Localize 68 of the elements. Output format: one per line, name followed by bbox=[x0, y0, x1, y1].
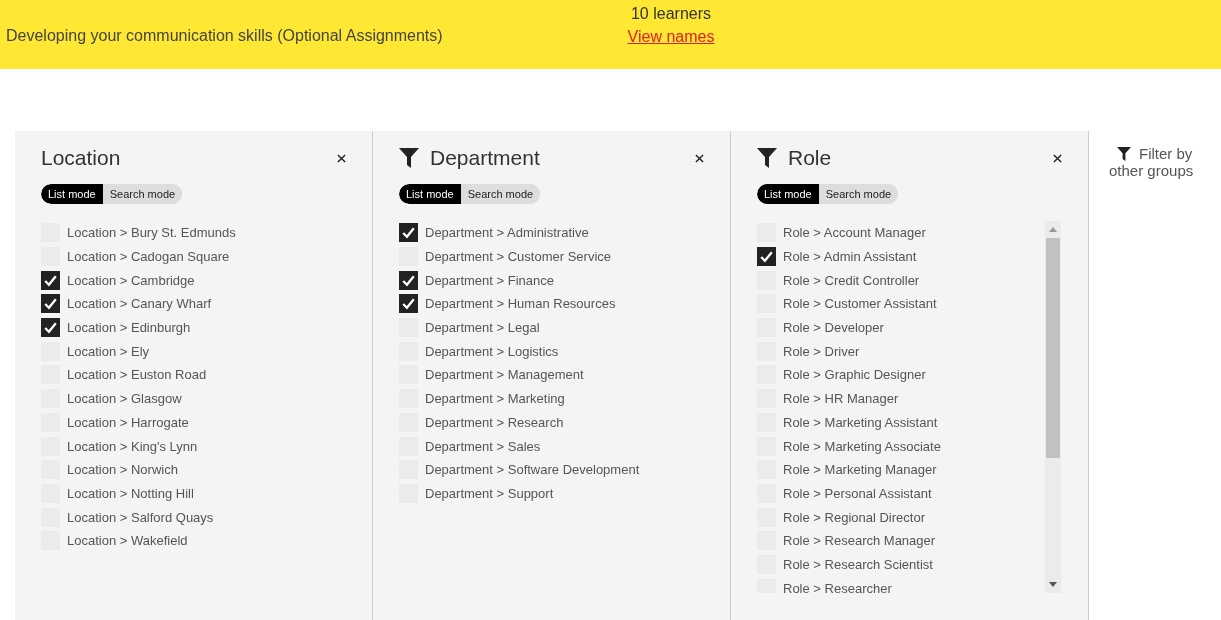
option-label: Role > Research Manager bbox=[783, 533, 936, 549]
option-label: Department > Support bbox=[425, 485, 554, 501]
filter-icon bbox=[399, 148, 419, 168]
option-label: Location > Bury St. Edmunds bbox=[67, 225, 236, 241]
option-label: Department > Administrative bbox=[425, 225, 589, 241]
option-label: Role > Marketing Assistant bbox=[783, 414, 938, 430]
option-label: Role > Researcher bbox=[783, 580, 892, 593]
checkbox[interactable] bbox=[399, 294, 418, 314]
option-label: Role > Graphic Designer bbox=[783, 367, 926, 383]
panel-title: Location bbox=[41, 146, 122, 170]
option-label: Location > Edinburgh bbox=[67, 320, 191, 336]
option-label: Location > Ely bbox=[67, 343, 150, 359]
option-label: Department > Research bbox=[425, 414, 564, 430]
checkbox[interactable] bbox=[41, 294, 60, 314]
option-label: Department > Finance bbox=[425, 272, 554, 288]
option-label: Location > Canary Wharf bbox=[67, 296, 212, 312]
option-label: Role > Account Manager bbox=[783, 225, 926, 241]
close-icon[interactable] bbox=[337, 153, 346, 163]
option-label: Location > Salford Quays bbox=[67, 509, 214, 525]
filter-other-groups-link[interactable]: Filter by other groups bbox=[1109, 145, 1199, 179]
checkbox[interactable] bbox=[399, 270, 418, 290]
filter-icon bbox=[1117, 147, 1131, 161]
option-label: Role > HR Manager bbox=[783, 391, 899, 407]
panel-title: Role bbox=[788, 146, 833, 170]
option-label: Location > Cadogan Square bbox=[67, 249, 230, 265]
checkbox[interactable] bbox=[41, 318, 60, 338]
option-label: Role > Personal Assistant bbox=[783, 485, 932, 501]
option-label: Role > Marketing Associate bbox=[783, 438, 941, 454]
course-title: Developing your communication skills (Optional Assignments) bbox=[6, 26, 444, 45]
option-label: Department > Human Resources bbox=[425, 296, 616, 312]
option-label: Department > Management bbox=[425, 367, 584, 383]
option-label: Location > Euston Road bbox=[67, 367, 207, 383]
option-label: Location > Glasgow bbox=[67, 391, 182, 407]
option-label: Department > Customer Service bbox=[425, 249, 612, 265]
mode-tab[interactable]: List mode bbox=[399, 184, 461, 204]
option-label: Location > Wakefield bbox=[67, 533, 188, 549]
option-label: Role > Customer Assistant bbox=[783, 296, 937, 312]
option-label: Department > Sales bbox=[425, 438, 541, 454]
learner-count: 10 learners bbox=[630, 5, 711, 23]
close-icon[interactable] bbox=[1053, 153, 1062, 163]
option-label: Location > Norwich bbox=[67, 462, 178, 478]
option-label: Location > King's Lynn bbox=[67, 438, 198, 454]
option-label: Department > Legal bbox=[425, 320, 540, 336]
option-label: Department > Marketing bbox=[425, 391, 565, 407]
checkbox[interactable] bbox=[41, 270, 60, 290]
option-label: Role > Credit Controller bbox=[783, 272, 920, 288]
option-label: Location > Harrogate bbox=[67, 414, 189, 430]
option-label: Location > Cambridge bbox=[67, 272, 195, 288]
scrollbar[interactable] bbox=[1045, 221, 1061, 593]
filter-icon bbox=[757, 148, 777, 168]
option-label: Location > Notting Hill bbox=[67, 485, 194, 501]
option-label: Role > Marketing Manager bbox=[783, 462, 937, 478]
checkbox[interactable] bbox=[757, 247, 776, 267]
close-icon[interactable] bbox=[695, 153, 704, 163]
option-label: Role > Research Scientist bbox=[783, 556, 933, 572]
option-label: Role > Driver bbox=[783, 343, 860, 359]
option-label: Role > Regional Director bbox=[783, 509, 925, 525]
mode-tab[interactable]: List mode bbox=[757, 184, 819, 204]
view-names-link[interactable]: View names bbox=[627, 28, 715, 46]
option-label: Department > Logistics bbox=[425, 343, 559, 359]
scroll-up-icon[interactable] bbox=[1049, 227, 1057, 232]
scroll-down-icon[interactable] bbox=[1049, 582, 1057, 587]
panel-title: Department bbox=[430, 146, 541, 170]
option-label: Role > Admin Assistant bbox=[783, 249, 917, 265]
option-label: Role > Developer bbox=[783, 320, 884, 336]
mode-tab[interactable]: List mode bbox=[41, 184, 103, 204]
option-label: Department > Software Development bbox=[425, 462, 640, 478]
checkbox[interactable] bbox=[399, 223, 418, 243]
